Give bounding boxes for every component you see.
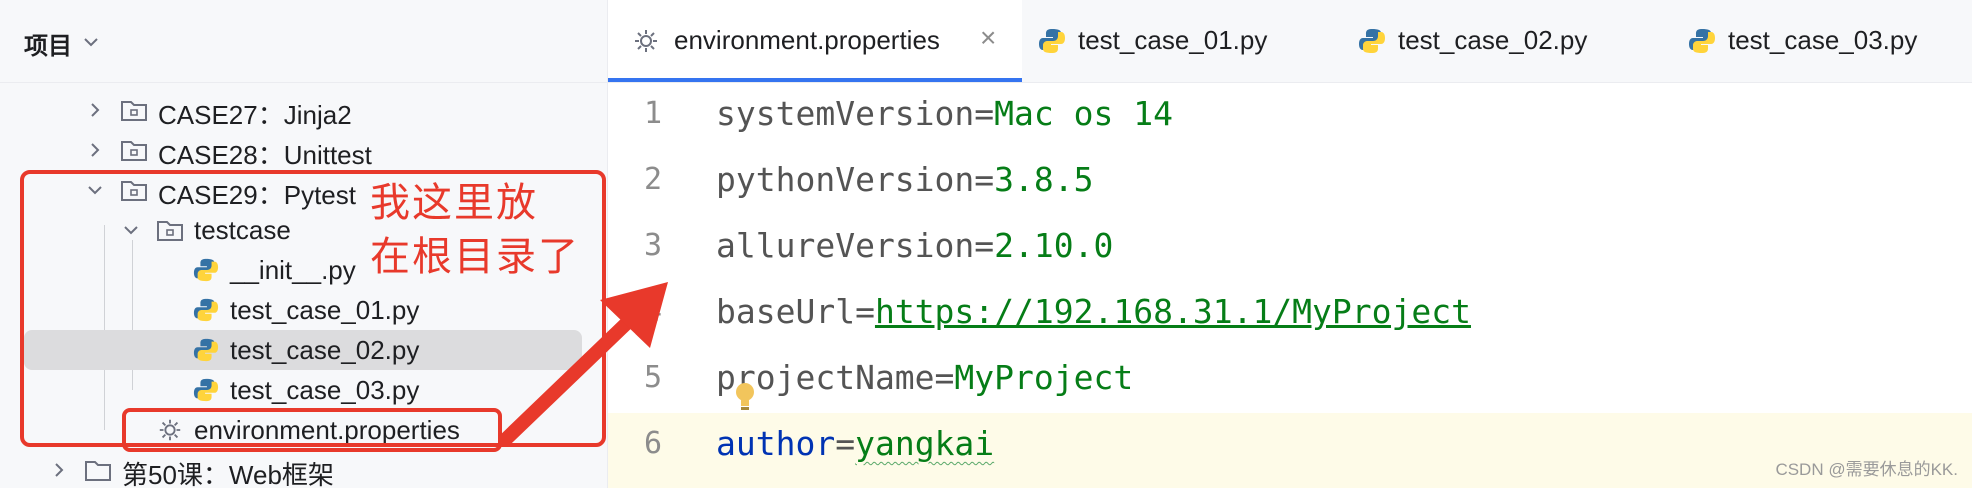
line-number: 3 <box>644 228 663 263</box>
line-number: 6 <box>644 426 663 461</box>
property-value: yangkai <box>855 424 995 463</box>
property-key: pythonVersion <box>716 160 975 199</box>
url-link[interactable]: https://192.168.31.1/MyProject <box>875 292 1471 331</box>
equals-sign: = <box>934 358 955 397</box>
tree-item-label: CASE28：Unittest <box>158 140 372 170</box>
close-icon[interactable]: × <box>980 22 996 54</box>
tree-item-label: CASE27：Jinja2 <box>158 100 352 130</box>
line-number: 1 <box>644 96 663 131</box>
watermark: CSDN @需要休息的KK. <box>1775 460 1958 479</box>
tab-test-case-01[interactable]: test_case_01.py <box>1038 0 1338 82</box>
code-line[interactable]: projectName=MyProject <box>716 358 1972 424</box>
tree-item-lesson-50[interactable]: 第50课：Web框架 <box>0 450 607 488</box>
folder-icon <box>85 461 111 481</box>
panel-title[interactable]: 项目 <box>24 26 72 61</box>
folder-module-icon <box>121 101 147 121</box>
equals-sign: = <box>855 292 875 331</box>
gear-file-icon <box>635 30 657 52</box>
tree-item-case28[interactable]: CASE28：Unittest <box>0 130 607 170</box>
tab-bar: environment.properties × test_case_01.py… <box>608 0 1972 83</box>
property-value: MyProject <box>954 358 1134 397</box>
equals-sign: = <box>974 94 995 133</box>
code-line[interactable]: pythonVersion=3.8.5 <box>716 160 1972 226</box>
tab-label: environment.properties <box>674 25 940 55</box>
lightbulb-icon[interactable] <box>733 381 757 413</box>
chevron-down-icon[interactable] <box>80 31 102 53</box>
tree-item-label: 第50课：Web框架 <box>122 460 334 488</box>
python-file-icon <box>1689 29 1715 53</box>
annotation-line: 我这里放 <box>370 181 538 225</box>
tab-test-case-03[interactable]: test_case_03.py <box>1688 0 1972 82</box>
chevron-right-icon[interactable] <box>84 139 106 161</box>
property-value: Mac os 14 <box>994 94 1173 133</box>
property-key: baseUrl <box>716 292 856 331</box>
tree-item-case27[interactable]: CASE27：Jinja2 <box>0 90 607 130</box>
python-file-icon <box>1039 29 1065 53</box>
equals-sign: = <box>974 160 995 199</box>
editor: environment.properties × test_case_01.py… <box>608 0 1972 488</box>
tab-label: test_case_03.py <box>1728 25 1918 55</box>
code-line[interactable]: systemVersion=Mac os 14 <box>716 94 1972 160</box>
annotation-line: 在根目录了 <box>370 235 580 279</box>
code-line[interactable]: baseUrl=https://192.168.31.1/MyProject <box>716 292 1972 358</box>
chevron-right-icon[interactable] <box>84 99 106 121</box>
line-number: 2 <box>644 162 663 197</box>
equals-sign: = <box>974 226 995 265</box>
chevron-right-icon[interactable] <box>48 459 70 481</box>
tab-label: test_case_02.py <box>1398 25 1588 55</box>
property-key: systemVersion <box>716 94 975 133</box>
property-key: author <box>716 424 836 463</box>
property-key: allureVersion <box>716 226 975 265</box>
annotation-box-highlight <box>122 408 502 452</box>
code-line[interactable]: allureVersion=2.10.0 <box>716 226 1972 292</box>
property-value: 2.10.0 <box>994 226 1114 265</box>
tab-environment-properties[interactable]: environment.properties × <box>608 0 1022 82</box>
panel-header: 项目 <box>0 0 607 83</box>
python-file-icon <box>1359 29 1385 53</box>
property-value: 3.8.5 <box>994 160 1094 199</box>
line-number: 5 <box>644 360 663 395</box>
tab-label: test_case_01.py <box>1078 25 1268 55</box>
tab-test-case-02[interactable]: test_case_02.py <box>1358 0 1658 82</box>
equals-sign: = <box>835 424 856 463</box>
line-number: 4 <box>644 294 663 329</box>
folder-module-icon <box>121 141 147 161</box>
annotation-text: 我这里放 在根目录了 <box>370 176 610 284</box>
